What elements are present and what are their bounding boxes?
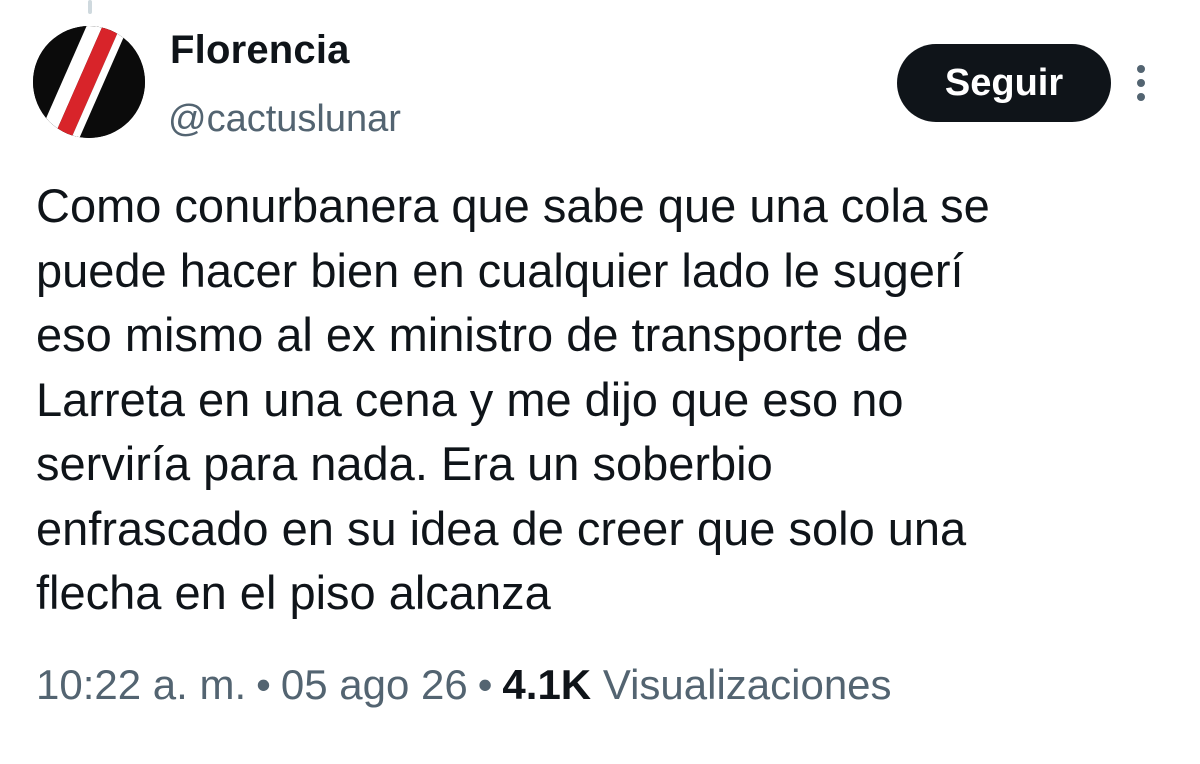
tweet-date[interactable]: 05 ago 26 — [281, 661, 468, 708]
views-label[interactable]: Visualizaciones — [603, 661, 892, 708]
views-count[interactable]: 4.1K — [502, 661, 591, 708]
tweet-metadata: 10:22 a. m. • 05 ago 26 • 4.1K Visualizacion… — [36, 658, 892, 712]
meta-separator: • — [477, 661, 493, 708]
author-display-name[interactable]: Florencia — [170, 26, 350, 74]
more-vertical-icon — [1137, 65, 1145, 101]
tweet-time[interactable]: 10:22 a. m. — [36, 661, 246, 708]
more-options-button[interactable] — [1126, 62, 1156, 104]
tweet-text: Como conurbanera que sabe que una cola s… — [36, 179, 990, 619]
avatar[interactable] — [33, 26, 145, 138]
avatar-image — [33, 26, 145, 138]
author-handle[interactable]: @cactuslunar — [168, 96, 401, 142]
thread-connector-line — [88, 0, 92, 14]
follow-button[interactable]: Seguir — [897, 44, 1111, 122]
meta-separator: • — [256, 661, 271, 708]
